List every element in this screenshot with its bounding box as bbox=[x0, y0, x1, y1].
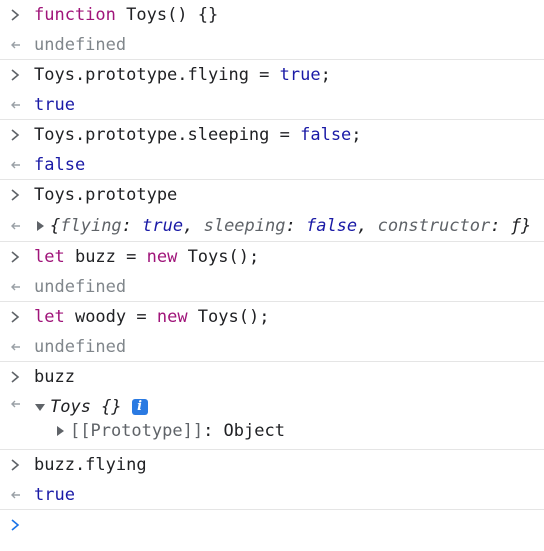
chevron-right-icon bbox=[6, 450, 24, 480]
return-arrow-icon bbox=[6, 392, 24, 416]
keyword: new bbox=[156, 307, 188, 327]
console-output-row: Toys {} i [[Prototype]]: Object bbox=[0, 392, 544, 450]
property-value: ƒ bbox=[510, 215, 521, 236]
triangle-right-icon[interactable] bbox=[54, 425, 66, 437]
output-value: true bbox=[34, 94, 75, 115]
console-code: Toys.prototype.sleeping = false; bbox=[34, 120, 362, 150]
console-code: buzz bbox=[34, 367, 75, 387]
property-name: [[Prototype]] bbox=[70, 421, 204, 441]
return-arrow-icon bbox=[6, 30, 24, 60]
console-input-row[interactable]: function Toys() {} bbox=[0, 0, 544, 30]
output-value: undefined bbox=[34, 336, 127, 357]
chevron-right-icon bbox=[6, 302, 24, 332]
object-tree-root[interactable]: Toys {} i bbox=[34, 395, 285, 419]
object-tree: Toys {} i [[Prototype]]: Object bbox=[34, 395, 285, 443]
code-text: Toys(); bbox=[187, 307, 270, 327]
chevron-right-icon bbox=[6, 510, 24, 540]
boolean-literal: true bbox=[279, 65, 321, 85]
console: function Toys() {} undefined Toys.protot… bbox=[0, 0, 544, 540]
console-input-row[interactable]: Toys.prototype bbox=[0, 180, 544, 210]
console-code: Toys.prototype bbox=[34, 185, 178, 205]
code-text: Toys(); bbox=[177, 247, 260, 267]
console-code: let woody = new Toys(); bbox=[34, 302, 269, 332]
separator: : bbox=[203, 421, 224, 441]
console-output-row: true bbox=[0, 480, 544, 510]
console-input-row[interactable]: let woody = new Toys(); bbox=[0, 302, 544, 332]
chevron-right-icon bbox=[6, 180, 24, 210]
boolean-literal: false bbox=[300, 125, 352, 145]
return-arrow-icon bbox=[6, 90, 24, 120]
keyword: let bbox=[34, 247, 65, 267]
code-text: Toys.prototype.sleeping = bbox=[34, 125, 301, 145]
console-prompt[interactable] bbox=[0, 510, 544, 540]
console-output-row: true bbox=[0, 90, 544, 120]
console-output-row: {flying: true, sleeping: false, construc… bbox=[0, 210, 544, 242]
brace: { bbox=[50, 215, 61, 236]
return-arrow-icon bbox=[6, 150, 24, 180]
info-icon[interactable]: i bbox=[131, 399, 148, 415]
chevron-right-icon bbox=[6, 120, 24, 150]
code-text: ; bbox=[320, 65, 331, 85]
code-text: Toys() {} bbox=[115, 5, 219, 25]
object-tree-child[interactable]: [[Prototype]]: Object bbox=[34, 419, 285, 443]
triangle-right-icon[interactable] bbox=[34, 220, 46, 232]
return-arrow-icon bbox=[6, 480, 24, 510]
return-arrow-icon bbox=[6, 272, 24, 302]
chevron-right-icon bbox=[6, 362, 24, 392]
console-input-row[interactable]: buzz bbox=[0, 362, 544, 392]
property-value: false bbox=[305, 215, 358, 236]
code-text: ; bbox=[351, 125, 362, 145]
return-arrow-icon bbox=[6, 332, 24, 362]
console-output-row: undefined bbox=[0, 332, 544, 362]
keyword: function bbox=[34, 5, 116, 25]
property-name: sleeping bbox=[203, 215, 286, 236]
console-code: function Toys() {} bbox=[34, 0, 218, 30]
separator: : bbox=[285, 215, 306, 236]
output-value: undefined bbox=[34, 276, 127, 297]
console-input-row[interactable]: Toys.prototype.flying = true; bbox=[0, 60, 544, 90]
keyword: let bbox=[34, 307, 65, 327]
console-output-row: undefined bbox=[0, 30, 544, 60]
console-input-row[interactable]: let buzz = new Toys(); bbox=[0, 242, 544, 272]
brace: } bbox=[520, 215, 532, 236]
keyword: new bbox=[146, 247, 178, 267]
triangle-down-icon[interactable] bbox=[34, 401, 46, 413]
chevron-right-icon bbox=[6, 60, 24, 90]
chevron-right-icon bbox=[6, 0, 24, 30]
separator: : bbox=[121, 215, 143, 236]
property-name: flying bbox=[60, 215, 122, 236]
code-text: Toys.prototype.flying = bbox=[34, 65, 280, 85]
console-code: Toys.prototype.flying = true; bbox=[34, 60, 331, 90]
console-input-row[interactable]: buzz.flying bbox=[0, 450, 544, 480]
output-value: undefined bbox=[34, 34, 127, 55]
output-value: false bbox=[34, 154, 86, 175]
console-code: let buzz = new Toys(); bbox=[34, 242, 259, 272]
object-preview[interactable]: {flying: true, sleeping: false, construc… bbox=[34, 211, 531, 241]
output-value: true bbox=[34, 484, 75, 505]
object-label: Toys {} bbox=[50, 397, 122, 417]
console-code: buzz.flying bbox=[34, 455, 147, 475]
console-output-row: false bbox=[0, 150, 544, 180]
property-value: true bbox=[142, 215, 184, 236]
separator: , bbox=[183, 215, 204, 236]
separator: , bbox=[357, 215, 378, 236]
property-value: Object bbox=[223, 421, 285, 441]
code-text: woody = bbox=[64, 307, 157, 327]
chevron-right-icon bbox=[6, 242, 24, 272]
console-output-row: undefined bbox=[0, 272, 544, 302]
code-text: buzz = bbox=[64, 247, 147, 267]
separator: : bbox=[490, 215, 511, 236]
console-input-row[interactable]: Toys.prototype.sleeping = false; bbox=[0, 120, 544, 150]
property-name: constructor bbox=[377, 215, 491, 236]
return-arrow-icon bbox=[6, 210, 24, 242]
